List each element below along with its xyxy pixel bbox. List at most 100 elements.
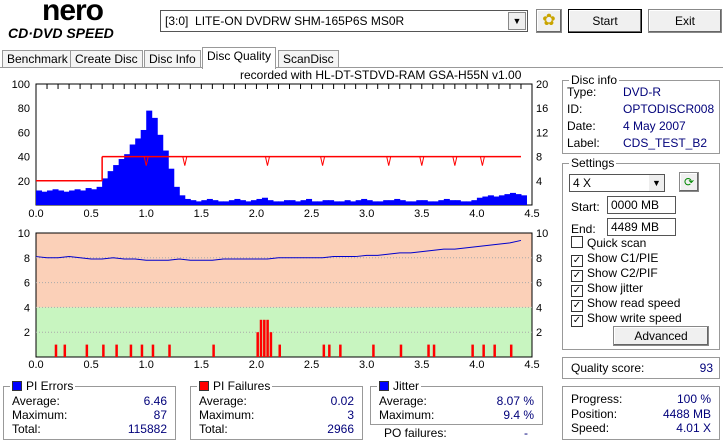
checkbox-show-c1-pie[interactable]: ✓ Show C1/PIE [571,251,658,267]
checkbox-box[interactable] [571,236,583,248]
pie-bar [63,191,70,205]
chart1-y2tick: 20 [536,79,548,91]
checkbox-show-write-speed[interactable]: ✓ Show write speed [571,311,682,327]
pie-bar [113,165,120,205]
chart1-xtick: 0.5 [83,208,98,220]
pie-bar [245,201,252,205]
pie-bar [223,201,230,205]
progress-value: 100 % [676,392,711,406]
chevron-down-icon[interactable]: ▼ [649,175,664,191]
pie-bar [190,200,197,205]
pif-bar [263,319,266,357]
quality-score-box: Quality score: 93 [562,357,720,379]
chart1-xtick: 2.0 [249,208,264,220]
pie-bar [36,190,43,205]
pie-bar [157,134,164,205]
pie-bar [168,168,175,205]
chart1-y2tick: 16 [536,103,548,115]
pif-bar [140,344,144,357]
chart1-xtick: 1.5 [194,208,209,220]
chart2-xtick: 4.0 [469,359,484,371]
pi-failures-group: PI Failures Average: 0.02 Maximum: 3 Total… [190,379,363,440]
jitter-group: Jitter Average: 8.07 % Maximum: 9.4 % [370,379,543,425]
pie-bar [195,201,202,205]
pie-bar [339,201,346,205]
disc-id: OPTODISCR008 [623,102,715,116]
start-button[interactable]: Start [568,9,642,33]
pie-bar [471,200,478,205]
pie-bar [383,200,390,205]
chart1-ytick: 80 [18,103,30,115]
pie-bar [173,186,180,205]
pif-bar [328,344,331,357]
pie-bar [80,190,87,205]
pie-bar [228,200,235,205]
chart1-xtick: 2.5 [304,208,319,220]
pie-bar [487,195,494,205]
chart1-ytick: 100 [12,79,30,91]
tab-disc-quality[interactable]: Disc Quality [202,47,277,69]
end-field[interactable]: 4489 MB [607,218,676,236]
chart2-ytick: 2 [24,327,30,339]
speed-select[interactable]: 4 X ▼ [569,174,665,192]
pie-bar [206,198,213,205]
pif-bar [129,344,133,357]
pif-bar [269,332,273,357]
pie-bar [454,200,461,205]
checkbox-box[interactable]: ✓ [571,315,583,327]
checkbox-show-c2-pif[interactable]: ✓ Show C2/PIF [571,266,658,282]
pie-bar [118,159,125,205]
pie-bar [96,186,103,205]
checkbox-quick-scan[interactable]: Quick scan [571,236,646,250]
chart2-xtick: 2.5 [304,359,319,371]
checkbox-show-jitter[interactable]: ✓ Show jitter [571,281,643,297]
exit-button[interactable]: Exit [648,9,722,33]
pie-bar [432,201,439,205]
pie-bar [515,194,522,205]
pie-bar [465,201,472,205]
pie-bar [261,197,268,205]
pie-bar [201,200,208,205]
pie-bar [443,198,450,205]
chart2-y2tick: 8 [536,253,542,265]
chart2-y2tick: 6 [536,278,542,290]
pie-bar [394,198,401,205]
advanced-button[interactable]: Advanced [613,326,709,346]
pie-bar [416,200,423,205]
chart2-xtick: 4.5 [524,359,539,371]
pie-bar [482,196,489,205]
pie-bar [140,129,147,205]
chart2-y2tick: 10 [536,228,548,240]
refresh-button[interactable]: ⟳ [679,172,699,192]
pie-bar [179,195,186,205]
chart1-ytick: 20 [18,176,30,188]
pie-bar [41,191,48,205]
pie-bar [317,201,324,205]
pie-bar [250,200,257,205]
chart1-xtick: 3.0 [359,208,374,220]
pie-bar [322,200,329,205]
pie-bar [421,200,428,205]
pie-bar [212,200,219,205]
pie-bar [74,189,81,205]
pie-bar [91,189,98,205]
chart2-warning-zone [36,233,532,308]
chart2-ytick: 6 [24,278,30,290]
chart2-xtick: 3.5 [414,359,429,371]
pie-bar [460,201,467,205]
settings-group: Settings 4 X ▼ ⟳ Start: 0000 MB End: 448… [562,156,720,350]
chart2-y2tick: 4 [536,302,542,314]
chart2-xtick: 1.0 [139,359,154,371]
chart2-ytick: 4 [24,302,30,314]
pi-failures-color-icon [199,381,209,391]
start-field[interactable]: 0000 MB [607,196,676,214]
checkbox-show-read-speed[interactable]: ✓ Show read speed [571,296,680,312]
pie-bar [146,110,153,205]
pie-bar [372,201,379,205]
chart1-y2tick: 12 [536,127,548,139]
pie-bar [52,189,59,205]
pif-bar [399,344,403,357]
pie-bar [333,201,340,205]
chart1-y2tick: 4 [536,176,542,188]
pie-bar [58,190,65,205]
